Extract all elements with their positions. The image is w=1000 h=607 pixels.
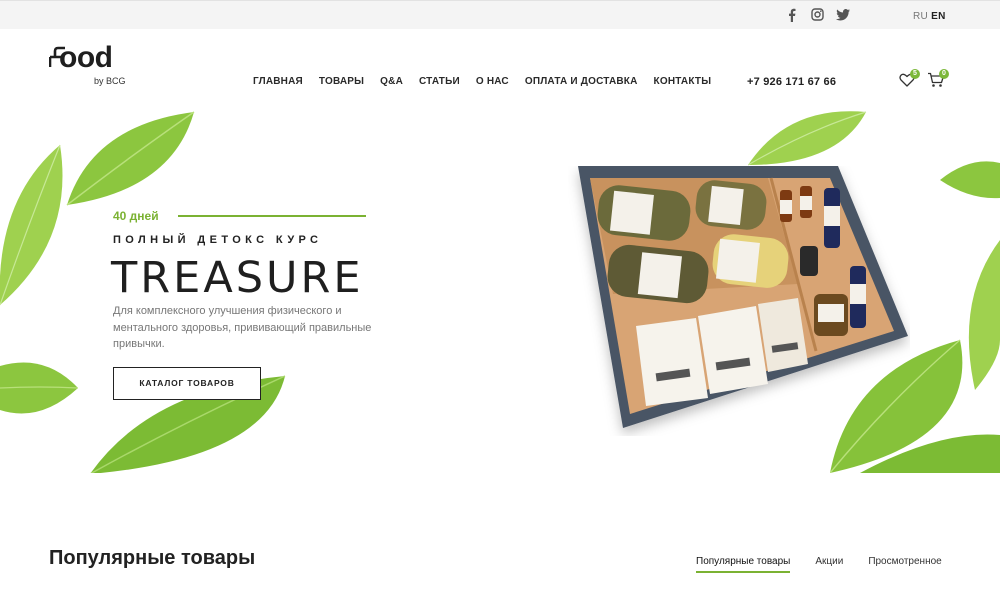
cart-count-badge: 0 (939, 69, 949, 79)
catalog-button[interactable]: КАТАЛОГ ТОВАРОВ (113, 367, 261, 400)
nav-about[interactable]: О НАС (476, 76, 509, 87)
nav-articles[interactable]: СТАТЬИ (419, 76, 460, 87)
main-nav: ГЛАВНАЯ ТОВАРЫ Q&A СТАТЬИ О НАС ОПЛАТА И… (253, 76, 727, 87)
social-links (786, 8, 850, 22)
leaf-decoration (0, 144, 63, 306)
facebook-icon[interactable] (786, 8, 798, 22)
hero-banner: 40 дней ПОЛНЫЙ ДЕТОКС КУРС TREASURE Для … (0, 110, 1000, 473)
logo-word: ood (59, 41, 113, 74)
nav-home[interactable]: ГЛАВНАЯ (253, 76, 303, 87)
hero-divider (178, 215, 366, 217)
lang-en[interactable]: EN (931, 11, 946, 22)
tab-viewed[interactable]: Просмотренное (868, 556, 941, 567)
section-title: Популярные товары (49, 547, 256, 569)
wishlist-count-badge: 5 (910, 69, 920, 79)
logo-subtitle: by BCG (94, 76, 126, 86)
logo[interactable]: ood by BCG (49, 41, 139, 89)
nav-qa[interactable]: Q&A (380, 76, 403, 87)
top-bar: RU EN (0, 0, 1000, 29)
language-switcher: RU EN (913, 11, 946, 22)
phone-number[interactable]: +7 926 171 67 66 (747, 76, 836, 88)
leaf-decoration (968, 240, 1000, 390)
product-tabs: Популярные товары Акции Просмотренное (696, 556, 967, 573)
hero-title: TREASURE (111, 253, 364, 303)
hero-description: Для комплексного улучшения физического и… (113, 305, 372, 350)
product-box-image (578, 166, 908, 428)
nav-products[interactable]: ТОВАРЫ (319, 76, 364, 87)
lang-ru[interactable]: RU (913, 11, 928, 22)
tab-sales[interactable]: Акции (815, 556, 843, 567)
header: ood by BCG ГЛАВНАЯ ТОВАРЫ Q&A СТАТЬИ О Н… (0, 29, 1000, 110)
instagram-icon[interactable] (811, 8, 824, 22)
leaf-decoration (940, 161, 1000, 199)
hero-subtitle: ПОЛНЫЙ ДЕТОКС КУРС (113, 234, 323, 246)
twitter-icon[interactable] (836, 8, 850, 22)
leaf-decoration (748, 111, 867, 166)
leaf-decoration (0, 362, 79, 414)
leaf-decoration (66, 111, 195, 206)
tab-popular[interactable]: Популярные товары (696, 556, 791, 573)
hero-tag: 40 дней (113, 209, 159, 223)
nav-contacts[interactable]: КОНТАКТЫ (654, 76, 712, 87)
nav-payment-delivery[interactable]: ОПЛАТА И ДОСТАВКА (525, 76, 638, 87)
